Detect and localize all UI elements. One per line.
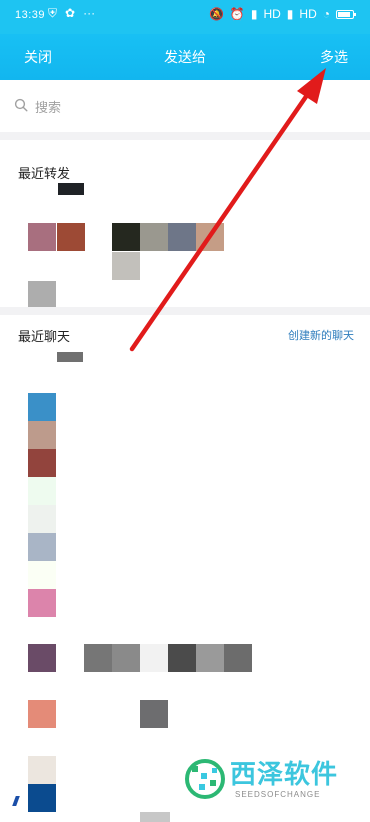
blurred-avatar[interactable] — [28, 223, 56, 251]
blurred-avatar[interactable] — [168, 223, 196, 251]
blurred-avatar[interactable] — [224, 644, 252, 672]
blurred-avatar[interactable] — [168, 644, 196, 672]
blurred-avatar[interactable] — [28, 756, 56, 784]
blurred-avatar[interactable] — [140, 644, 168, 672]
multi-select-button[interactable]: 多选 — [320, 47, 348, 67]
blurred-avatar[interactable] — [28, 644, 56, 672]
blurred-avatar[interactable] — [57, 223, 85, 251]
recent-chat-title: 最近聊天 — [18, 330, 71, 345]
blurred-avatar — [57, 352, 83, 362]
blurred-avatar[interactable] — [28, 784, 56, 812]
blurred-avatar — [140, 812, 170, 822]
blurred-avatar[interactable] — [28, 700, 56, 728]
section-divider — [0, 307, 370, 315]
blurred-avatar[interactable] — [140, 700, 168, 728]
blurred-avatar[interactable] — [28, 449, 56, 477]
create-chat-link[interactable]: 创建新的聊天 — [288, 327, 354, 343]
blurred-avatar[interactable] — [28, 505, 56, 533]
shield-icon: ⛨ — [48, 6, 58, 20]
blurred-avatar[interactable] — [140, 223, 168, 251]
blurred-avatar[interactable] — [84, 644, 112, 672]
search-input[interactable]: 搜索 — [35, 97, 61, 116]
dots-icon: ··· — [83, 6, 96, 20]
app-header: 关闭 发送给 多选 — [0, 34, 370, 80]
status-time: 13:39 — [15, 9, 46, 21]
page-title: 发送给 — [164, 50, 206, 66]
blurred-avatar[interactable] — [28, 281, 56, 309]
blurred-avatar[interactable] — [28, 393, 56, 421]
blurred-avatar[interactable] — [28, 421, 56, 449]
blurred-avatar[interactable] — [196, 223, 224, 251]
blurred-avatar[interactable] — [28, 477, 56, 505]
watermark-title: 西泽软件 — [230, 760, 339, 790]
battery-icon — [336, 9, 356, 19]
watermark: 西泽软件 SEEDSOFCHANGE — [182, 752, 362, 812]
alarm-icon: ⏰ — [229, 7, 245, 21]
edge-mark — [12, 796, 20, 806]
flower-icon: ✿ — [65, 6, 76, 20]
blurred-avatar[interactable] — [28, 589, 56, 617]
search-bar[interactable]: 搜索 — [0, 80, 370, 140]
search-icon — [14, 98, 28, 112]
blurred-avatar[interactable] — [112, 252, 140, 280]
blurred-avatar[interactable] — [196, 644, 224, 672]
blurred-avatar[interactable] — [112, 223, 140, 251]
status-bar: 13:39 ⛨ ✿ ··· 🔕 ⏰ ▮ HD ▮ HD ◔ — [0, 0, 370, 34]
blurred-avatar[interactable] — [28, 561, 56, 589]
signal-icon: ▮ — [286, 7, 294, 21]
blurred-avatar[interactable] — [28, 533, 56, 561]
hd-label-2: HD — [299, 7, 317, 21]
status-left-icons: ⛨ ✿ ··· — [48, 6, 95, 21]
signal-icon: ▮ — [250, 7, 258, 21]
watermark-subtitle: SEEDSOFCHANGE — [235, 790, 321, 799]
wifi-icon: ◔ — [322, 7, 330, 21]
blurred-avatar[interactable] — [112, 644, 140, 672]
hd-label-1: HD — [263, 7, 281, 21]
status-right-icons: 🔕 ⏰ ▮ HD ▮ HD ◔ — [208, 7, 356, 21]
silent-icon: 🔕 — [208, 7, 224, 21]
blurred-avatar — [58, 183, 84, 195]
recent-forward-title: 最近转发 — [18, 167, 71, 182]
logo-icon — [185, 759, 225, 799]
